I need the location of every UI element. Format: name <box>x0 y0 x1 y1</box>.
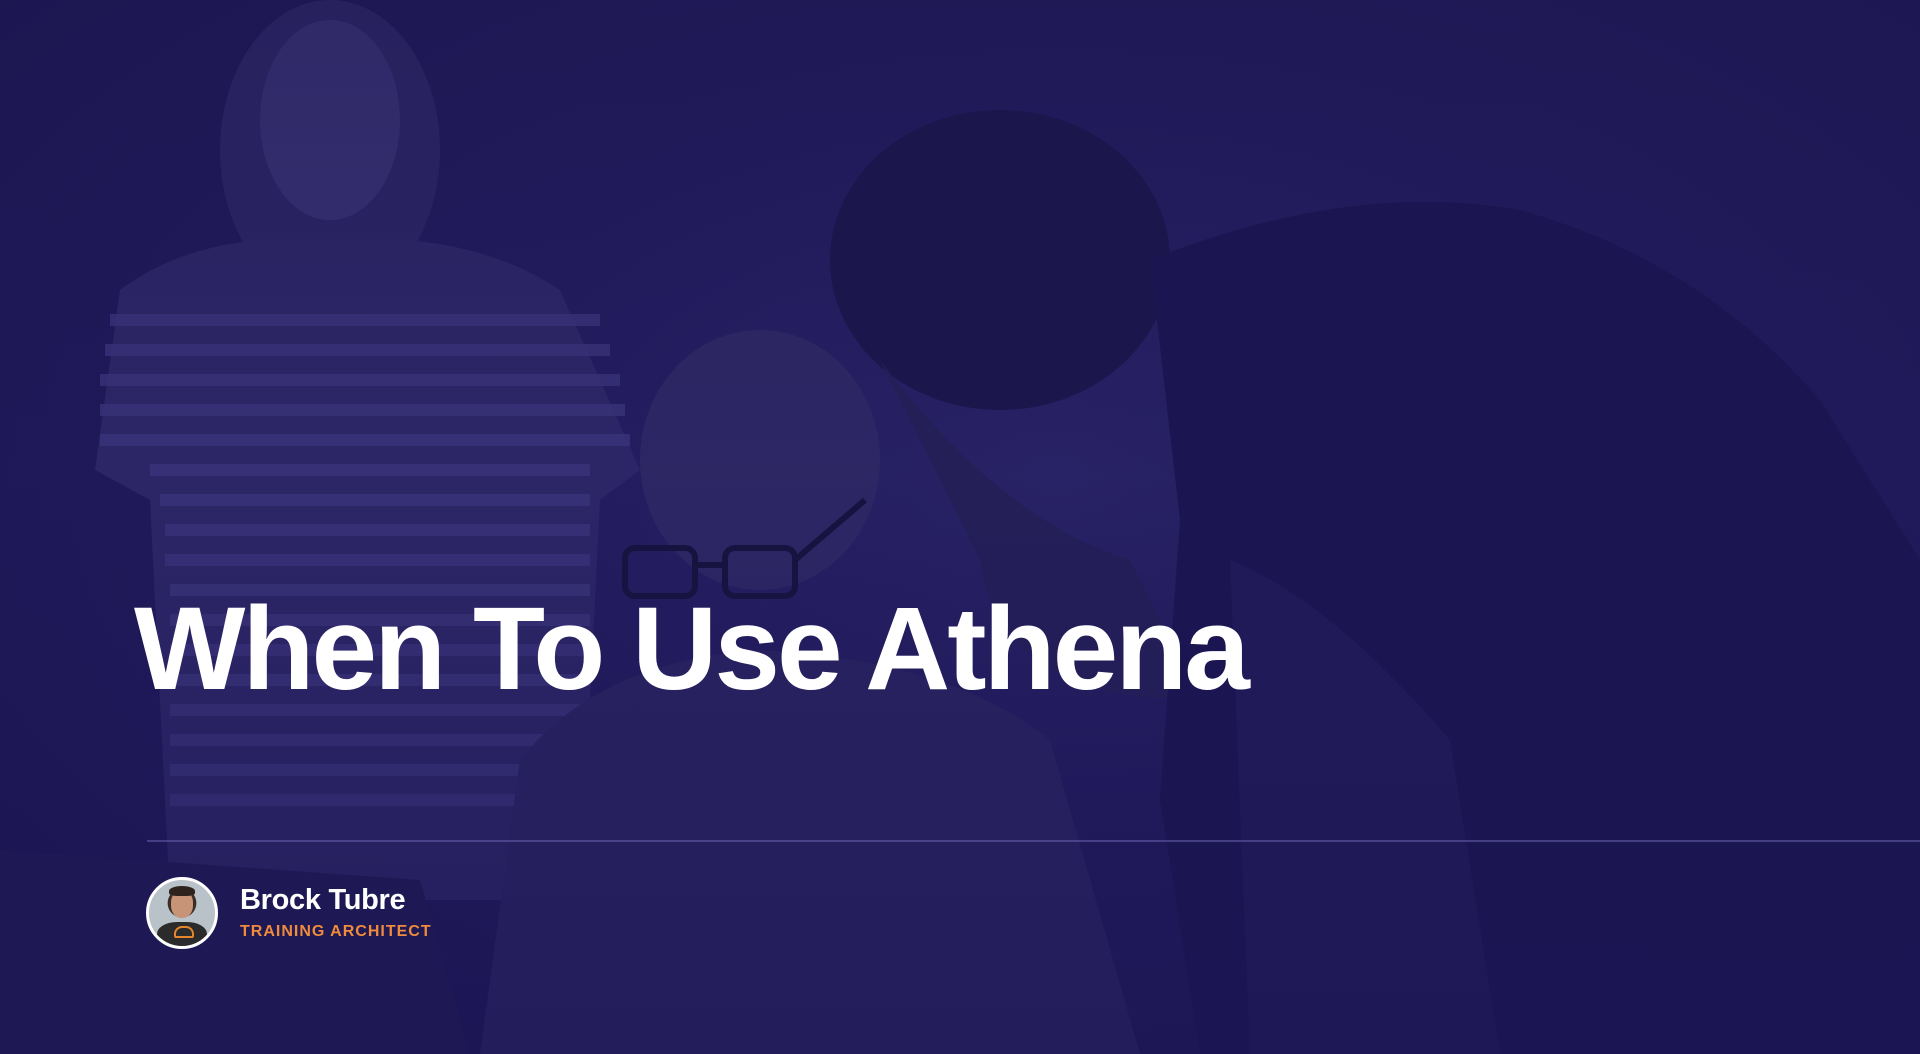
presenter-avatar <box>146 877 218 949</box>
slide-title: When To Use Athena <box>134 583 1250 715</box>
presenter-role: TRAINING ARCHITECT <box>240 923 432 941</box>
title-slide: When To Use Athena Brock Tubre TRAINING … <box>0 0 1920 1054</box>
divider-line <box>147 840 1920 842</box>
presenter-name: Brock Tubre <box>240 883 406 916</box>
cloud-logo-icon <box>174 926 194 938</box>
presenter-info: Brock Tubre TRAINING ARCHITECT <box>146 877 432 949</box>
